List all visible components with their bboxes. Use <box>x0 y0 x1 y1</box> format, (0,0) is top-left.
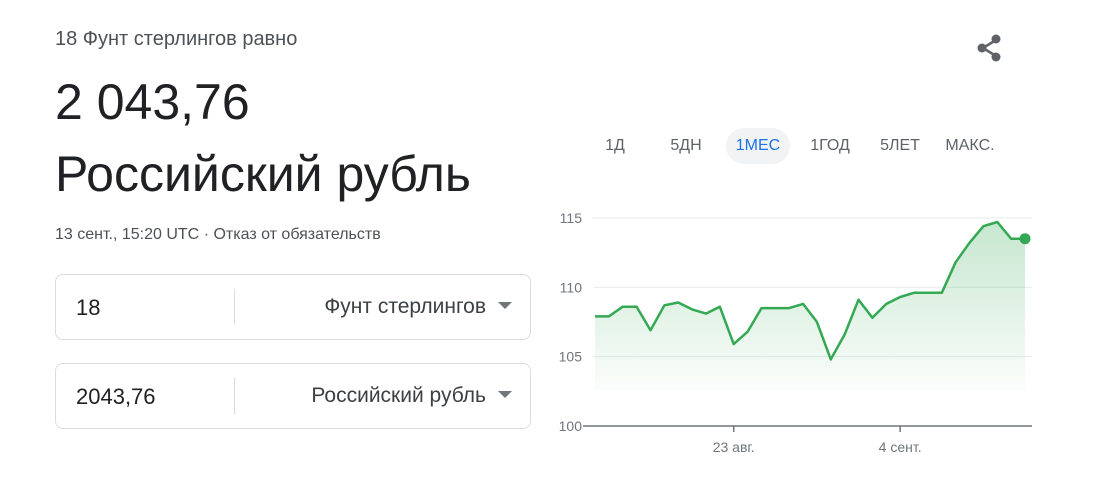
disclaimer-link[interactable]: Отказ от обязательств <box>213 226 380 243</box>
meta-separator: · <box>203 226 210 243</box>
y-tick-label: 115 <box>560 210 583 226</box>
tab-1d[interactable]: 1Д <box>589 128 641 164</box>
series-endpoint <box>1019 233 1031 245</box>
to-currency-label: Российский рубль <box>311 384 486 407</box>
target-currency-name: Российский рубль <box>55 146 471 202</box>
y-tick-label: 110 <box>560 279 583 295</box>
divider <box>234 378 235 414</box>
x-tick-label: 23 авг. <box>713 439 755 455</box>
y-tick-label: 105 <box>559 349 583 365</box>
tab-1y[interactable]: 1ГОД <box>801 128 859 164</box>
from-currency-row: 18 Фунт стерлингов <box>55 274 531 340</box>
x-tick-label: 4 сент. <box>879 439 922 455</box>
rate-timestamp: 13 сент., 15:20 UTC <box>55 226 200 243</box>
tab-5d[interactable]: 5ДН <box>659 128 713 164</box>
chevron-down-icon <box>498 301 512 309</box>
y-tick-label: 100 <box>559 418 583 434</box>
rate-meta: 13 сент., 15:20 UTC · Отказ от обязатель… <box>55 226 381 244</box>
from-amount-input[interactable]: 18 <box>76 275 100 341</box>
to-currency-row: 2043,76 Российский рубль <box>55 363 531 429</box>
chart-svg: 100 105 110 115 23 авг. 4 сент. <box>559 210 1032 455</box>
series-area <box>595 222 1025 390</box>
tab-5y[interactable]: 5ЛЕТ <box>870 128 930 164</box>
to-amount-input[interactable]: 2043,76 <box>76 364 156 430</box>
to-currency-select[interactable]: Российский рубль <box>311 364 512 428</box>
share-icon[interactable] <box>974 32 1006 64</box>
divider <box>234 289 235 325</box>
chevron-down-icon <box>498 390 512 398</box>
conversion-subtitle: 18 Фунт стерлингов равно <box>55 28 298 50</box>
from-currency-label: Фунт стерлингов <box>324 295 486 318</box>
tab-max[interactable]: МАКС. <box>939 128 1001 164</box>
from-currency-select[interactable]: Фунт стерлингов <box>324 275 512 339</box>
exchange-rate-chart: 100 105 110 115 23 авг. 4 сент. <box>548 196 1048 466</box>
converted-amount: 2 043,76 <box>55 74 250 130</box>
tab-1m[interactable]: 1МЕС <box>726 128 790 164</box>
